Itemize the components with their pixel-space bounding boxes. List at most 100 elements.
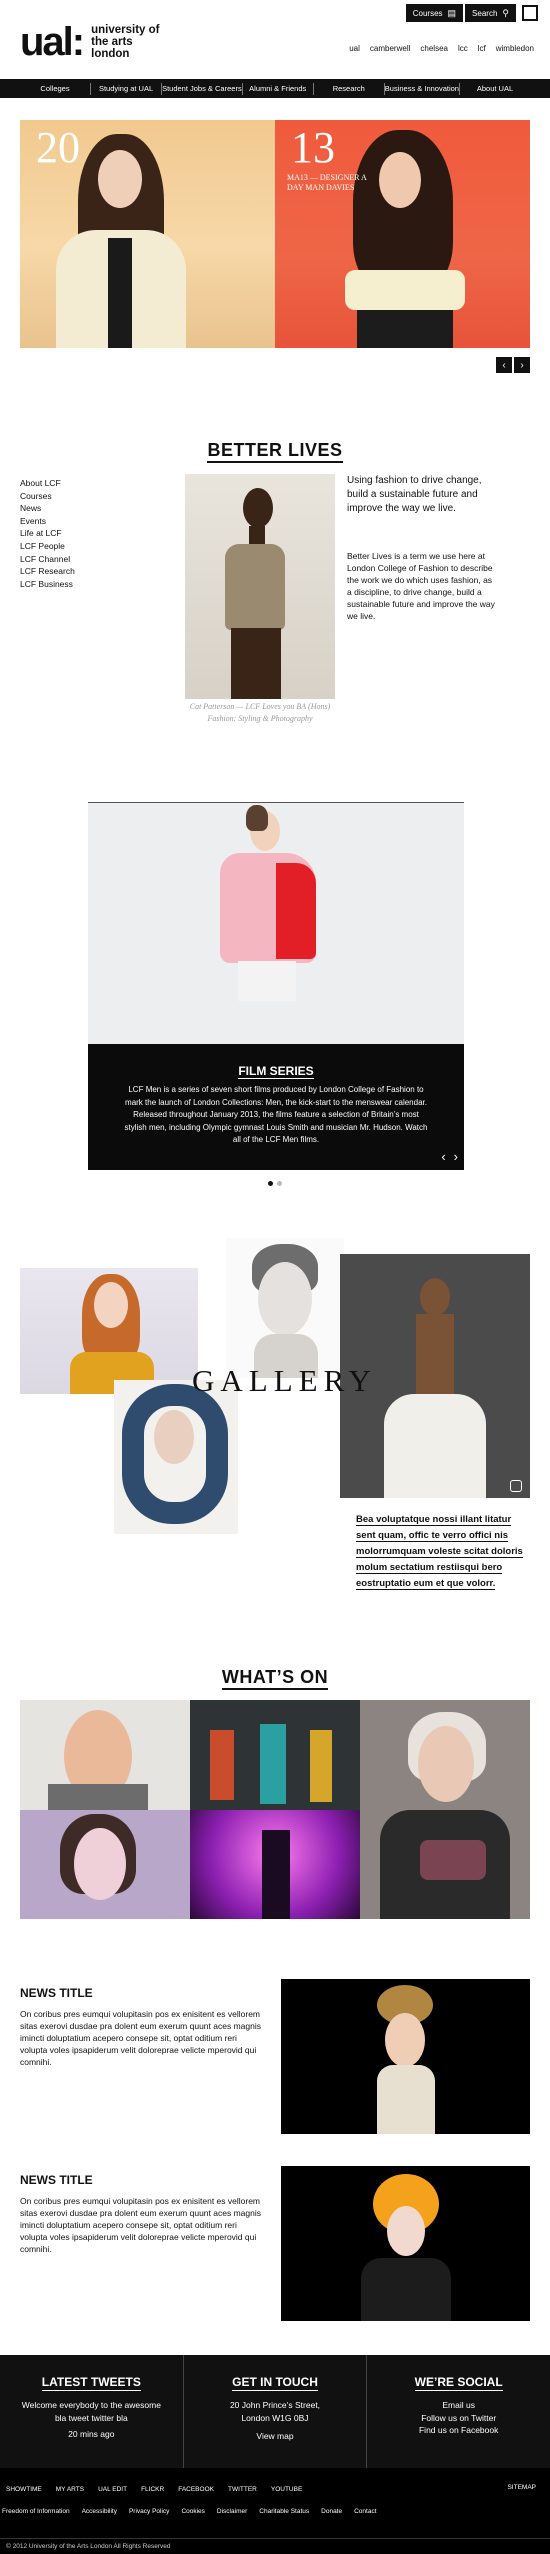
search-icon: ⚲ <box>502 7 509 18</box>
tweet-time: 20 mins ago <box>68 2429 115 2439</box>
gallery-quote: Bea voluptatque nossi illant litatur sen… <box>356 1514 523 1590</box>
social-facebook-link[interactable]: Find us on Facebook <box>367 2424 550 2437</box>
whats-on-tile-purple[interactable] <box>190 1810 360 1919</box>
search-label: Search <box>472 8 498 18</box>
hero-image-right: 13 MA13 — DESIGNER A DAY MAN DAVIES <box>275 120 530 348</box>
film-next-icon[interactable]: › <box>454 1149 458 1164</box>
film-series-feature[interactable]: FILM SERIES LCF Men is a series of seven… <box>88 802 464 1170</box>
gallery-image-scarf[interactable] <box>114 1380 238 1534</box>
nav-colleges[interactable]: Colleges <box>20 82 92 95</box>
footer-legal-links: Freedom of Information Accessibility Pri… <box>2 2508 377 2515</box>
college-link-chelsea[interactable]: chelsea <box>420 44 448 53</box>
gallery-image-man[interactable] <box>226 1238 344 1378</box>
book-icon: ▤ <box>447 7 457 18</box>
news-image-1[interactable] <box>281 1979 530 2134</box>
sidebar-item-news[interactable]: News <box>20 502 75 515</box>
college-link-lcf[interactable]: lcf <box>478 44 486 53</box>
whats-on-tile-woman[interactable] <box>20 1810 190 1919</box>
footer-link-showtime[interactable]: SHOWTIME <box>6 2486 42 2493</box>
nav-careers[interactable]: Student Jobs & Careers <box>162 82 243 95</box>
gallery-instagram-icon[interactable] <box>510 1480 522 1492</box>
hero-year-right: 13 <box>291 123 335 172</box>
tweet-text: Welcome everybody to the awesome bla twe… <box>21 2400 161 2423</box>
sidebar-item-business[interactable]: LCF Business <box>20 578 75 591</box>
film-series-title: FILM SERIES <box>238 1064 314 1079</box>
nav-alumni[interactable]: Alumni & Friends <box>243 82 314 95</box>
sidebar-item-courses[interactable]: Courses <box>20 490 75 503</box>
film-dot-2[interactable] <box>277 1181 282 1186</box>
whats-on-tile-man[interactable] <box>20 1700 190 1810</box>
nav-about[interactable]: About UAL <box>460 83 530 95</box>
film-pagination <box>0 1181 550 1186</box>
film-controls: ‹ › <box>441 1149 458 1164</box>
news-title-2[interactable]: NEWS TITLE <box>20 2173 93 2187</box>
college-link-wimbledon[interactable]: wimbledon <box>496 44 534 53</box>
better-lives-body: Better Lives is a term we use here at Lo… <box>347 551 495 621</box>
footer-sitemap-link[interactable]: SITEMAP <box>507 2484 536 2491</box>
whats-on-tile-elder-woman[interactable] <box>360 1700 530 1919</box>
menu-square-icon[interactable] <box>522 5 538 21</box>
better-lives-caption: Cat Patterson — LCF Loves you BA (Hons) … <box>189 702 331 723</box>
footer-link-disclaimer[interactable]: Disclaimer <box>217 2508 247 2515</box>
logo-mark: ual: <box>20 20 85 64</box>
utility-bar: Courses ▤ Search ⚲ <box>405 4 538 22</box>
sidebar-item-research[interactable]: LCF Research <box>20 565 75 578</box>
film-series-box: FILM SERIES LCF Men is a series of seven… <box>88 1044 464 1170</box>
copyright: © 2012 University of the Arts London All… <box>0 2538 550 2554</box>
college-link-camberwell[interactable]: camberwell <box>370 44 410 53</box>
footer-link-myarts[interactable]: MY ARTS <box>56 2486 84 2493</box>
hero-prev-icon[interactable]: ‹ <box>496 357 512 373</box>
nav-studying[interactable]: Studying at UAL <box>91 82 163 95</box>
whats-on-grid <box>20 1700 530 1919</box>
hero-next-icon[interactable]: › <box>514 357 530 373</box>
courses-label: Courses <box>412 8 443 18</box>
footer-link-facebook[interactable]: FACEBOOK <box>178 2486 214 2493</box>
sidebar-item-events[interactable]: Events <box>20 515 75 528</box>
nav-business[interactable]: Business & Innovation <box>385 82 460 95</box>
view-map-link[interactable]: View map <box>184 2430 367 2443</box>
footer-link-contact[interactable]: Contact <box>354 2508 376 2515</box>
sidebar-item-people[interactable]: LCF People <box>20 540 75 553</box>
college-link-lcc[interactable]: lcc <box>458 44 468 53</box>
footer-link-donate[interactable]: Donate <box>321 2508 342 2515</box>
sidebar-item-life[interactable]: Life at LCF <box>20 527 75 540</box>
footer-contact-title: GET IN TOUCH <box>232 2375 318 2391</box>
footer-link-accessibility[interactable]: Accessibility <box>82 2508 117 2515</box>
better-lives-photo <box>185 474 335 699</box>
news-image-2[interactable] <box>281 2166 530 2321</box>
social-twitter-link[interactable]: Follow us on Twitter <box>367 2412 550 2425</box>
gallery-image-red-hair[interactable] <box>20 1268 198 1394</box>
footer-social-title: WE’RE SOCIAL <box>414 2375 503 2391</box>
footer-link-foi[interactable]: Freedom of Information <box>2 2508 70 2515</box>
footer-link-privacy[interactable]: Privacy Policy <box>129 2508 169 2515</box>
footer-link-flickr[interactable]: FLICKR <box>141 2486 164 2493</box>
footer-link-twitter[interactable]: TWITTER <box>228 2486 257 2493</box>
sidebar-item-channel[interactable]: LCF Channel <box>20 553 75 566</box>
college-links: ual camberwell chelsea lcc lcf wimbledon <box>349 44 534 53</box>
whats-on-title: WHAT’S ON <box>0 1667 550 1690</box>
ual-logo[interactable]: ual: university of the arts london <box>20 22 161 62</box>
footer-link-youtube[interactable]: YOUTUBE <box>271 2486 302 2493</box>
film-prev-icon[interactable]: ‹ <box>441 1149 445 1164</box>
sidebar-item-about[interactable]: About LCF <box>20 477 75 490</box>
social-email-link[interactable]: Email us <box>367 2399 550 2412</box>
whats-on-tile-runway[interactable] <box>190 1700 360 1810</box>
film-dot-1[interactable] <box>268 1181 273 1186</box>
footer-tweets: LATEST TWEETS Welcome everybody to the a… <box>0 2355 184 2468</box>
college-link-ual[interactable]: ual <box>349 44 360 53</box>
courses-button[interactable]: Courses ▤ <box>405 4 464 22</box>
news-title-1[interactable]: NEWS TITLE <box>20 1986 93 2000</box>
search-button[interactable]: Search ⚲ <box>465 4 516 22</box>
footer-link-ualedit[interactable]: UAL EDIT <box>98 2486 127 2493</box>
footer-tweets-title: LATEST TWEETS <box>41 2375 141 2391</box>
contact-address: 20 John Prince’s Street, London W1G 0BJ <box>229 2400 321 2423</box>
footer-link-cookies[interactable]: Cookies <box>181 2508 204 2515</box>
footer-panels: LATEST TWEETS Welcome everybody to the a… <box>0 2355 550 2468</box>
news-body-2: On coribus pres eumqui volupitasin pos e… <box>20 2196 261 2254</box>
nav-research[interactable]: Research <box>314 82 385 95</box>
news-body-1: On coribus pres eumqui volupitasin pos e… <box>20 2009 261 2067</box>
hero-caption: MA13 — DESIGNER A DAY MAN DAVIES <box>287 173 367 192</box>
hero-slideshow[interactable]: 20 13 MA13 — DESIGNER A DAY MAN DAVIES <box>20 120 530 348</box>
footer-link-charitable[interactable]: Charitable Status <box>259 2508 309 2515</box>
footer-primary-links: SHOWTIME MY ARTS UAL EDIT FLICKR FACEBOO… <box>6 2486 302 2493</box>
